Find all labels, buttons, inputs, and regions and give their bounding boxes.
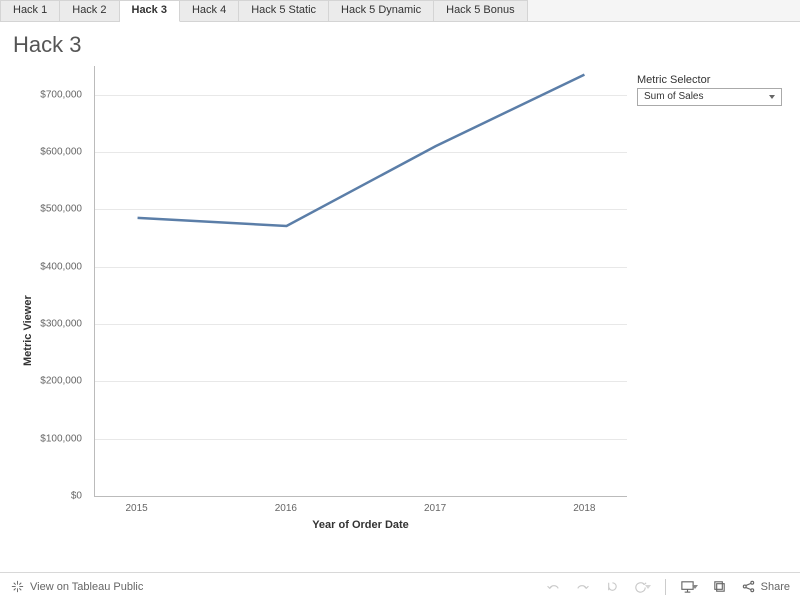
y-tick-label: $300,000 — [40, 318, 88, 329]
replay-button[interactable] — [604, 579, 619, 594]
tab-hack-1[interactable]: Hack 1 — [0, 0, 60, 21]
y-axis-label: Metric Viewer — [18, 66, 34, 536]
line-chart-svg — [95, 66, 627, 496]
tab-hack-3[interactable]: Hack 3 — [120, 0, 180, 22]
undo-icon — [546, 579, 561, 594]
chart-plot[interactable] — [94, 66, 627, 496]
x-tick-label: 2018 — [573, 503, 595, 514]
tab-hack-2[interactable]: Hack 2 — [60, 0, 119, 21]
y-axis-ticks: $0 $100,000 $200,000 $300,000 $400,000 $500,0… — [34, 66, 94, 536]
data-line — [138, 75, 585, 226]
tab-hack-5-dynamic[interactable]: Hack 5 Dynamic — [329, 0, 434, 21]
tab-hack-5-bonus[interactable]: Hack 5 Bonus — [434, 0, 527, 21]
share-label: Share — [761, 581, 790, 593]
download-icon — [712, 579, 727, 594]
y-tick-label: $500,000 — [40, 204, 88, 215]
tab-hack-5-static[interactable]: Hack 5 Static — [239, 0, 329, 21]
chart-area: Hack 3 Metric Viewer $0$100,000$200,000$… — [18, 32, 627, 552]
page-title: Hack 3 — [13, 32, 627, 58]
tab-bar: Hack 1Hack 2Hack 3Hack 4Hack 5 StaticHac… — [0, 0, 800, 22]
x-axis: Year of Order Date 2015 2016 2017 2018 — [94, 496, 627, 536]
redo-icon — [575, 579, 590, 594]
chart-wrapper: Metric Viewer $0 $100,000 $200,000 $300,000… — [18, 66, 627, 536]
y-tick-label: $400,000 — [40, 261, 88, 272]
share-button[interactable]: Share — [741, 579, 790, 594]
view-on-tableau-label: View on Tableau Public — [30, 581, 143, 593]
y-tick-label: $700,000 — [40, 89, 88, 100]
metric-selector-dropdown[interactable]: Sum of Sales — [637, 88, 782, 106]
redo-button[interactable] — [575, 579, 590, 594]
x-tick-label: 2016 — [275, 503, 297, 514]
tableau-logo-icon — [10, 579, 25, 594]
tab-hack-4[interactable]: Hack 4 — [180, 0, 239, 21]
tableau-logo-button[interactable]: View on Tableau Public — [10, 579, 143, 594]
y-tick-label: $0 — [71, 491, 88, 502]
bottom-toolbar: View on Tableau Public Share — [0, 572, 800, 600]
x-axis-label: Year of Order Date — [94, 519, 627, 531]
toolbar-divider — [665, 579, 666, 595]
download-button[interactable] — [712, 579, 727, 594]
y-tick-label: $100,000 — [40, 433, 88, 444]
sidebar: Metric Selector Sum of Sales — [627, 32, 782, 552]
replay-icon — [604, 579, 619, 594]
presentation-caret-icon — [692, 585, 698, 589]
y-tick-label: $600,000 — [40, 147, 88, 158]
refresh-button[interactable] — [633, 579, 651, 594]
plot-column: Year of Order Date 2015 2016 2017 2018 — [94, 66, 627, 536]
share-icon — [741, 579, 756, 594]
metric-selector-label: Metric Selector — [637, 74, 782, 86]
x-tick-label: 2015 — [126, 503, 148, 514]
x-tick-label: 2017 — [424, 503, 446, 514]
presentation-button[interactable] — [680, 579, 698, 594]
main-content: Hack 3 Metric Viewer $0$100,000$200,000$… — [0, 22, 800, 552]
refresh-caret-icon — [645, 585, 651, 589]
y-tick-label: $200,000 — [40, 376, 88, 387]
undo-button[interactable] — [546, 579, 561, 594]
metric-selector-value: Sum of Sales — [644, 91, 703, 102]
